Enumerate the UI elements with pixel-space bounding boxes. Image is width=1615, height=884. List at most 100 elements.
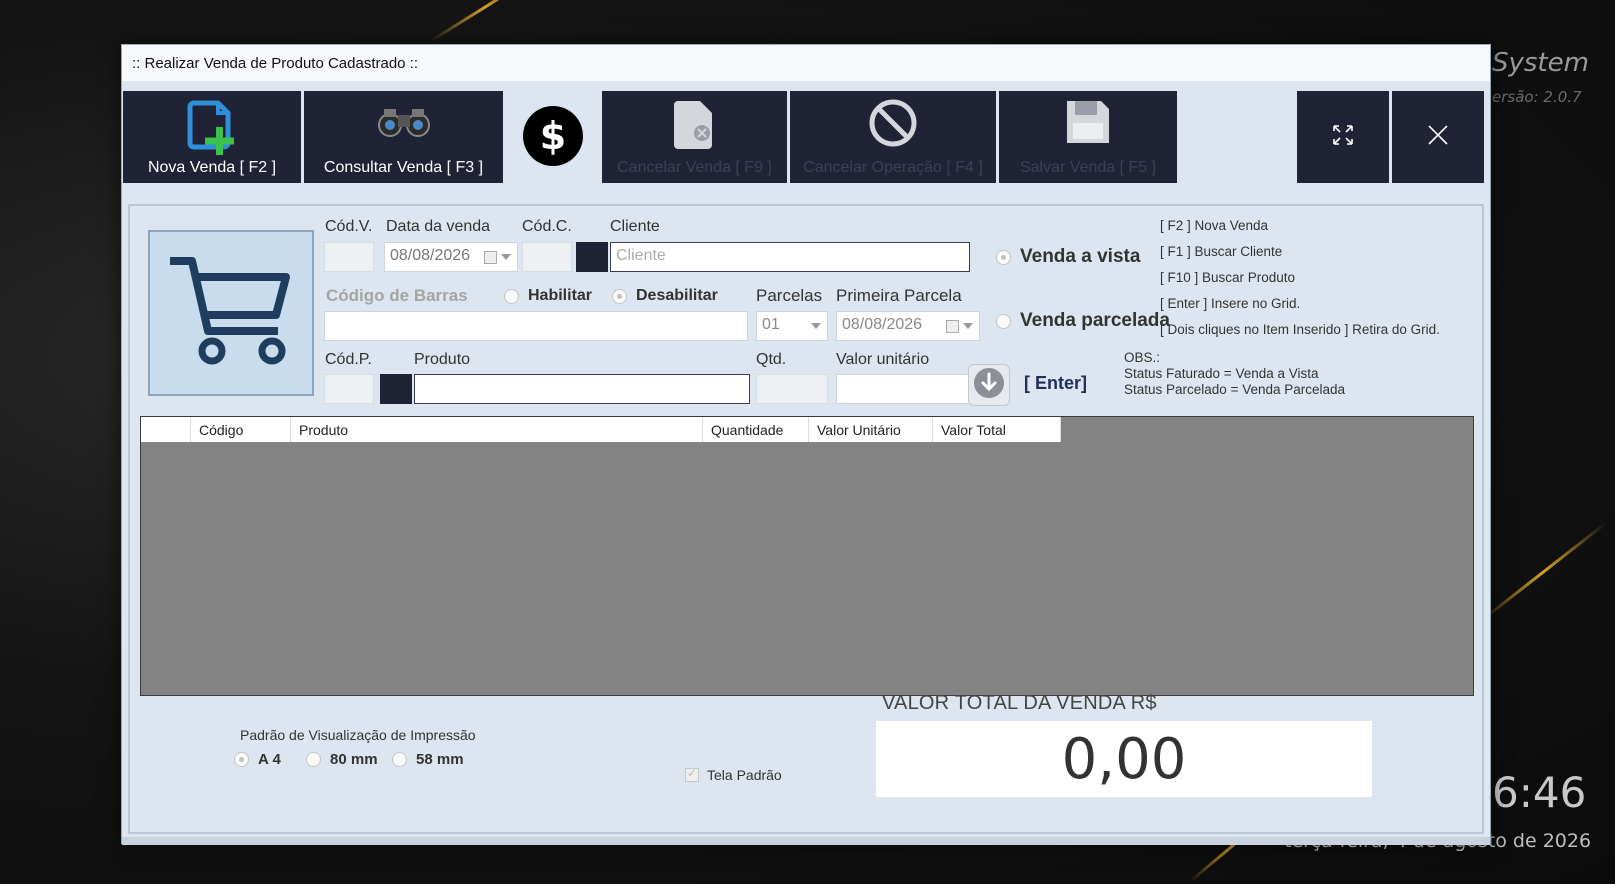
desktop-brand-text: System (1492, 48, 1589, 78)
grid-header-quantidade[interactable]: Quantidade (703, 417, 809, 442)
data-venda-value: 08/08/2026 (390, 247, 471, 264)
window-bottom-bar (122, 837, 1490, 845)
qtd-label: Qtd. (756, 351, 787, 368)
radio-dot (392, 752, 407, 767)
consultar-venda-button[interactable]: Consultar Venda [ F3 ] (304, 91, 503, 183)
checkbox-box (685, 766, 699, 782)
consultar-venda-label: Consultar Venda [ F3 ] (323, 159, 484, 176)
cancelar-venda-label: Cancelar Venda [ F9 ] (617, 159, 772, 176)
cliente-placeholder: Cliente (616, 247, 666, 264)
venda-vista-label: Venda a vista (1020, 246, 1141, 267)
shopping-cart-icon (166, 251, 296, 376)
shortcut-buscar-produto: [ F10 ] Buscar Produto (1160, 270, 1296, 285)
primeira-parcela-picker[interactable]: 08/08/2026 (836, 311, 980, 341)
arrow-down-circle-icon (973, 367, 1005, 404)
obs-line-parcelado: Status Parcelado = Venda Parcelada (1124, 382, 1346, 397)
chevron-down-icon (963, 323, 973, 329)
parcelas-select[interactable]: 01 (756, 311, 828, 341)
cancelar-operacao-button[interactable]: Cancelar Operação [ F4 ] (790, 91, 996, 183)
shortcut-nova-venda: [ F2 ] Nova Venda (1160, 218, 1269, 233)
grid-header-produto[interactable]: Produto (291, 417, 703, 442)
cancelar-venda-button[interactable]: Cancelar Venda [ F9 ] (602, 91, 787, 183)
cod-v-input[interactable] (324, 242, 374, 272)
grid-header-codigo[interactable]: Código (191, 417, 291, 442)
svg-text:$: $ (540, 114, 566, 158)
parcelas-label: Parcelas (756, 286, 823, 305)
radio-dot (996, 313, 1011, 329)
grid-header-valor-unitario[interactable]: Valor Unitário (809, 417, 933, 442)
toolbar: Nova Venda [ F2 ] Consultar Venda [ F3 ] (122, 91, 1490, 183)
primeira-parcela-label: Primeira Parcela (836, 286, 962, 305)
print-80mm-label: 80 mm (330, 751, 378, 768)
print-58mm-label: 58 mm (416, 751, 464, 768)
expand-icon (1331, 123, 1355, 152)
print-80mm-radio[interactable]: 80 mm (306, 751, 378, 768)
venda-parcelada-label: Venda parcelada (1020, 310, 1170, 331)
habilitar-label: Habilitar (528, 287, 593, 304)
print-a4-label: A 4 (258, 751, 281, 768)
cod-c-label: Cód.C. (522, 218, 572, 235)
cod-p-label: Cód.P. (325, 351, 372, 368)
cart-image (148, 230, 314, 396)
binoculars-icon (374, 97, 434, 152)
data-venda-picker[interactable]: 08/08/2026 (384, 242, 518, 272)
qtd-input[interactable] (756, 374, 828, 404)
cod-c-input[interactable] (522, 242, 572, 272)
tela-padrao-label: Tela Padrão (707, 767, 782, 783)
valor-unitario-label: Valor unitário (836, 351, 930, 368)
valor-unitario-input[interactable] (836, 374, 980, 404)
close-icon (1426, 123, 1450, 152)
desabilitar-radio[interactable]: Desabilitar (612, 287, 718, 305)
produto-input[interactable] (414, 374, 750, 404)
buscar-cliente-button[interactable] (576, 242, 608, 272)
codigo-barras-input[interactable] (324, 311, 748, 341)
prohibited-icon (867, 97, 919, 154)
shortcut-insere-grid: [ Enter ] Insere no Grid. (1160, 296, 1301, 311)
calendar-icon (946, 320, 959, 333)
nova-venda-button[interactable]: Nova Venda [ F2 ] (123, 91, 301, 183)
window-title: :: Realizar Venda de Produto Cadastrado … (122, 45, 1490, 81)
print-view-title: Padrão de Visualização de Impressão (240, 727, 476, 743)
grid-header: Código Produto Quantidade Valor Unitário… (141, 417, 1061, 442)
items-grid[interactable]: Código Produto Quantidade Valor Unitário… (140, 416, 1474, 696)
new-document-plus-icon (180, 97, 244, 166)
cancelar-operacao-label: Cancelar Operação [ F4 ] (803, 159, 983, 176)
chevron-down-icon (501, 254, 511, 260)
cod-p-input[interactable] (324, 374, 374, 404)
grid-header-cell[interactable] (141, 417, 191, 442)
shortcut-buscar-cliente: [ F1 ] Buscar Cliente (1160, 244, 1283, 259)
buscar-produto-button[interactable] (380, 374, 412, 404)
gold-accent-line (1479, 521, 1608, 623)
gold-accent-line (429, 0, 542, 43)
grid-header-valor-total[interactable]: Valor Total (933, 417, 1061, 442)
primeira-parcela-value: 08/08/2026 (842, 316, 923, 333)
sale-window: :: Realizar Venda de Produto Cadastrado … (121, 44, 1491, 845)
desktop-version-text: ersão: 2.0.7 (1492, 88, 1582, 106)
tela-padrao-checkbox[interactable]: Tela Padrão (685, 766, 782, 783)
venda-parcelada-radio[interactable]: Venda parcelada (996, 310, 1170, 332)
desabilitar-label: Desabilitar (636, 287, 718, 304)
calendar-icon (484, 251, 497, 264)
cancel-document-icon (672, 97, 718, 156)
inserir-grid-button[interactable] (968, 364, 1010, 406)
venda-vista-radio[interactable]: Venda a vista (996, 246, 1140, 268)
salvar-venda-button[interactable]: Salvar Venda [ F5 ] (999, 91, 1177, 183)
valor-total-display: 0,00 (876, 721, 1372, 797)
habilitar-radio[interactable]: Habilitar (504, 287, 592, 305)
radio-dot (504, 288, 519, 304)
print-a4-radio[interactable]: A 4 (234, 751, 281, 768)
radio-dot (306, 752, 321, 767)
enter-label: [ Enter] (1024, 373, 1087, 393)
maximize-button[interactable] (1297, 91, 1389, 183)
dollar-coin-icon: $ (522, 105, 584, 172)
cliente-label: Cliente (610, 218, 660, 235)
desktop-clock: 6:46 (1492, 768, 1587, 817)
print-58mm-radio[interactable]: 58 mm (392, 751, 464, 768)
radio-dot (234, 752, 249, 767)
floppy-disk-icon (1063, 97, 1113, 152)
radio-dot (612, 288, 627, 304)
parcelas-value: 01 (762, 316, 780, 333)
cliente-input[interactable]: Cliente (610, 242, 970, 272)
shortcut-retira-grid: [ Dois cliques no Item Inserido ] Retira… (1160, 322, 1440, 337)
close-button[interactable] (1392, 91, 1484, 183)
